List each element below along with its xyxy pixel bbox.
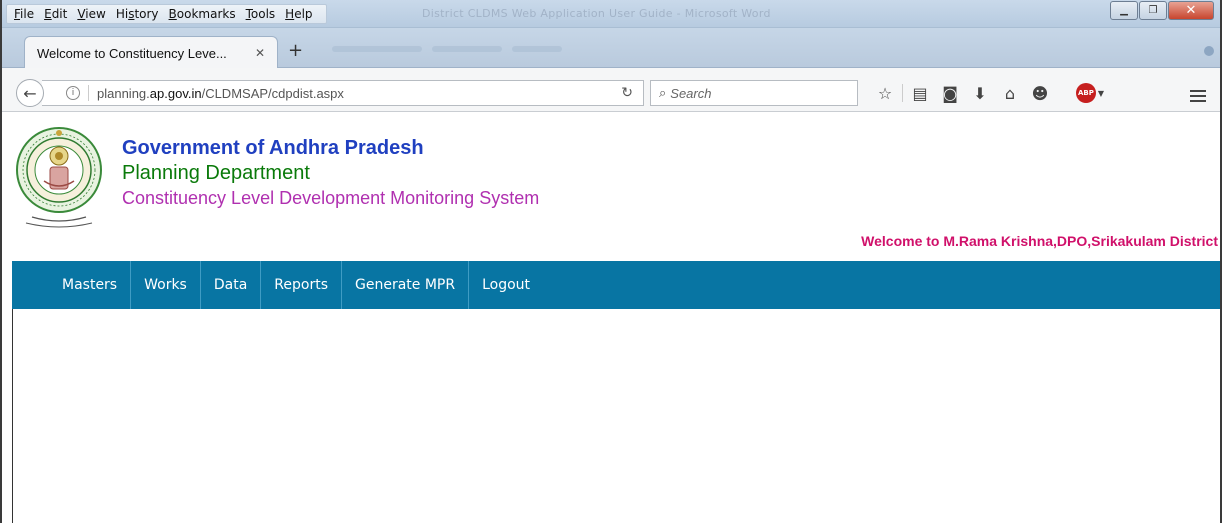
menu-help[interactable]: Help xyxy=(280,7,317,21)
menu-icon[interactable] xyxy=(1190,90,1206,105)
welcome-message: Welcome to M.Rama Krishna,DPO,Srikakulam… xyxy=(861,233,1218,249)
andhra-pradesh-emblem xyxy=(16,127,102,228)
adblock-icon: ABP xyxy=(1075,83,1096,103)
chat-icon[interactable]: ☻ xyxy=(1025,82,1055,104)
department-title: Planning Department xyxy=(122,162,310,184)
window-title: District CLDMS Web Application User Guid… xyxy=(422,7,771,20)
background-tab-ghost xyxy=(432,46,502,52)
info-icon[interactable]: i xyxy=(66,86,80,100)
divider xyxy=(12,309,13,523)
tab-overflow-icon[interactable] xyxy=(1204,46,1214,56)
navigation-toolbar: i planning.ap.gov.in/CLDMSAP/cdpdist.asp… xyxy=(2,68,1220,112)
tab-close-icon[interactable]: ✕ xyxy=(251,46,269,60)
background-tab-ghost xyxy=(512,46,562,52)
toolbar-icons: ☆ ▤ ◙ ⬇ ⌂ ☻ ABP ▼ xyxy=(870,82,1113,104)
url-text[interactable]: planning.ap.gov.in/CLDMSAP/cdpdist.aspx xyxy=(97,86,344,101)
restore-icon: ❐ xyxy=(1148,5,1158,16)
chevron-down-icon: ▼ xyxy=(1097,88,1105,98)
url-bar[interactable]: i planning.ap.gov.in/CLDMSAP/cdpdist.asp… xyxy=(42,80,644,106)
reading-list-icon[interactable]: ▤ xyxy=(905,82,935,104)
menu-file[interactable]: File xyxy=(9,7,39,21)
background-tab-ghost xyxy=(332,46,422,52)
minimize-icon: ▁ xyxy=(1120,5,1128,16)
nav-reports[interactable]: Reports xyxy=(261,261,342,309)
tab-active[interactable]: Welcome to Constituency Leve... ✕ xyxy=(24,36,278,69)
new-tab-button[interactable]: + xyxy=(288,40,303,61)
tab-title: Welcome to Constituency Leve... xyxy=(37,45,227,61)
minimize-button[interactable]: ▁ xyxy=(1110,1,1138,20)
menu-tools[interactable]: Tools xyxy=(241,7,281,21)
nav-logout[interactable]: Logout xyxy=(469,261,543,309)
government-title: Government of Andhra Pradesh xyxy=(122,137,424,159)
adblock-button[interactable]: ABP ▼ xyxy=(1067,83,1113,103)
title-bar: File Edit View History Bookmarks Tools H… xyxy=(2,0,1220,28)
main-navigation: Masters Works Data Reports Generate MPR … xyxy=(12,261,1220,309)
menu-edit[interactable]: Edit xyxy=(39,7,72,21)
back-button[interactable]: ← xyxy=(16,79,44,107)
star-icon[interactable]: ☆ xyxy=(870,82,900,104)
menu-history[interactable]: History xyxy=(111,7,164,21)
page-content: Government of Andhra Pradesh Planning De… xyxy=(4,113,1220,523)
menu-bookmarks[interactable]: Bookmarks xyxy=(164,7,241,21)
maximize-button[interactable]: ❐ xyxy=(1139,1,1167,20)
menu-bar: File Edit View History Bookmarks Tools H… xyxy=(6,4,327,24)
nav-generate-mpr[interactable]: Generate MPR xyxy=(342,261,470,309)
search-icon: ⌕ xyxy=(659,85,667,101)
window-controls: ▁ ❐ ✕ xyxy=(1109,1,1214,20)
back-arrow-icon: ← xyxy=(23,83,37,103)
reload-icon[interactable]: ↻ xyxy=(621,85,633,101)
home-icon[interactable]: ⌂ xyxy=(995,82,1025,104)
close-icon: ✕ xyxy=(1185,3,1197,18)
nav-works[interactable]: Works xyxy=(131,261,201,309)
search-input[interactable] xyxy=(670,85,831,101)
browser-window: File Edit View History Bookmarks Tools H… xyxy=(0,0,1222,523)
tab-strip: Welcome to Constituency Leve... ✕ + xyxy=(2,28,1220,69)
download-icon[interactable]: ⬇ xyxy=(965,82,995,104)
pocket-icon[interactable]: ◙ xyxy=(935,82,965,104)
divider xyxy=(88,85,89,101)
menu-view[interactable]: View xyxy=(72,7,110,21)
nav-masters[interactable]: Masters xyxy=(50,261,132,309)
search-box[interactable]: ⌕ xyxy=(650,80,858,106)
system-title: Constituency Level Development Monitorin… xyxy=(122,188,540,208)
nav-data[interactable]: Data xyxy=(201,261,262,309)
divider xyxy=(902,84,903,102)
close-window-button[interactable]: ✕ xyxy=(1168,1,1214,20)
